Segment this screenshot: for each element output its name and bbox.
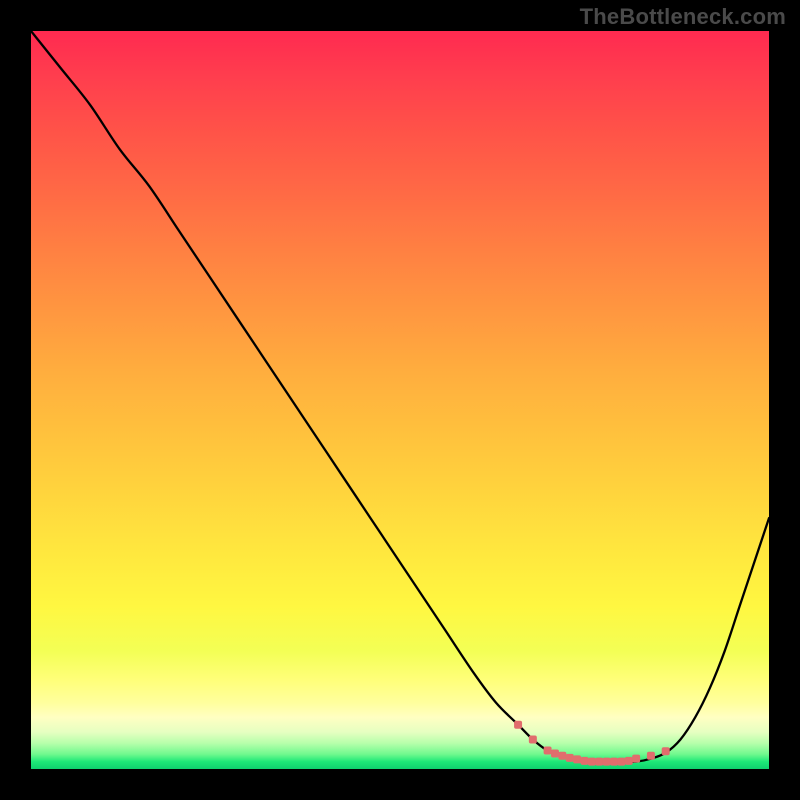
optimal-marker (617, 758, 625, 766)
optimal-marker (566, 754, 574, 762)
attribution-text: TheBottleneck.com (580, 4, 786, 30)
optimal-marker (595, 758, 603, 766)
chart-svg (31, 31, 769, 769)
optimal-marker (544, 747, 552, 755)
bottleneck-curve (31, 31, 769, 762)
optimal-marker (603, 758, 611, 766)
optimal-marker (573, 755, 581, 763)
optimal-marker (610, 758, 618, 766)
optimal-marker (632, 755, 640, 763)
optimal-marker (662, 747, 670, 755)
optimal-marker (581, 757, 589, 765)
optimal-marker (529, 735, 537, 743)
optimal-marker (625, 757, 633, 765)
chart-container: TheBottleneck.com (0, 0, 800, 800)
optimal-marker (647, 752, 655, 760)
optimal-marker (551, 750, 559, 758)
optimal-marker (558, 752, 566, 760)
optimal-marker (588, 758, 596, 766)
plot-area (31, 31, 769, 769)
optimal-marker (514, 721, 522, 729)
